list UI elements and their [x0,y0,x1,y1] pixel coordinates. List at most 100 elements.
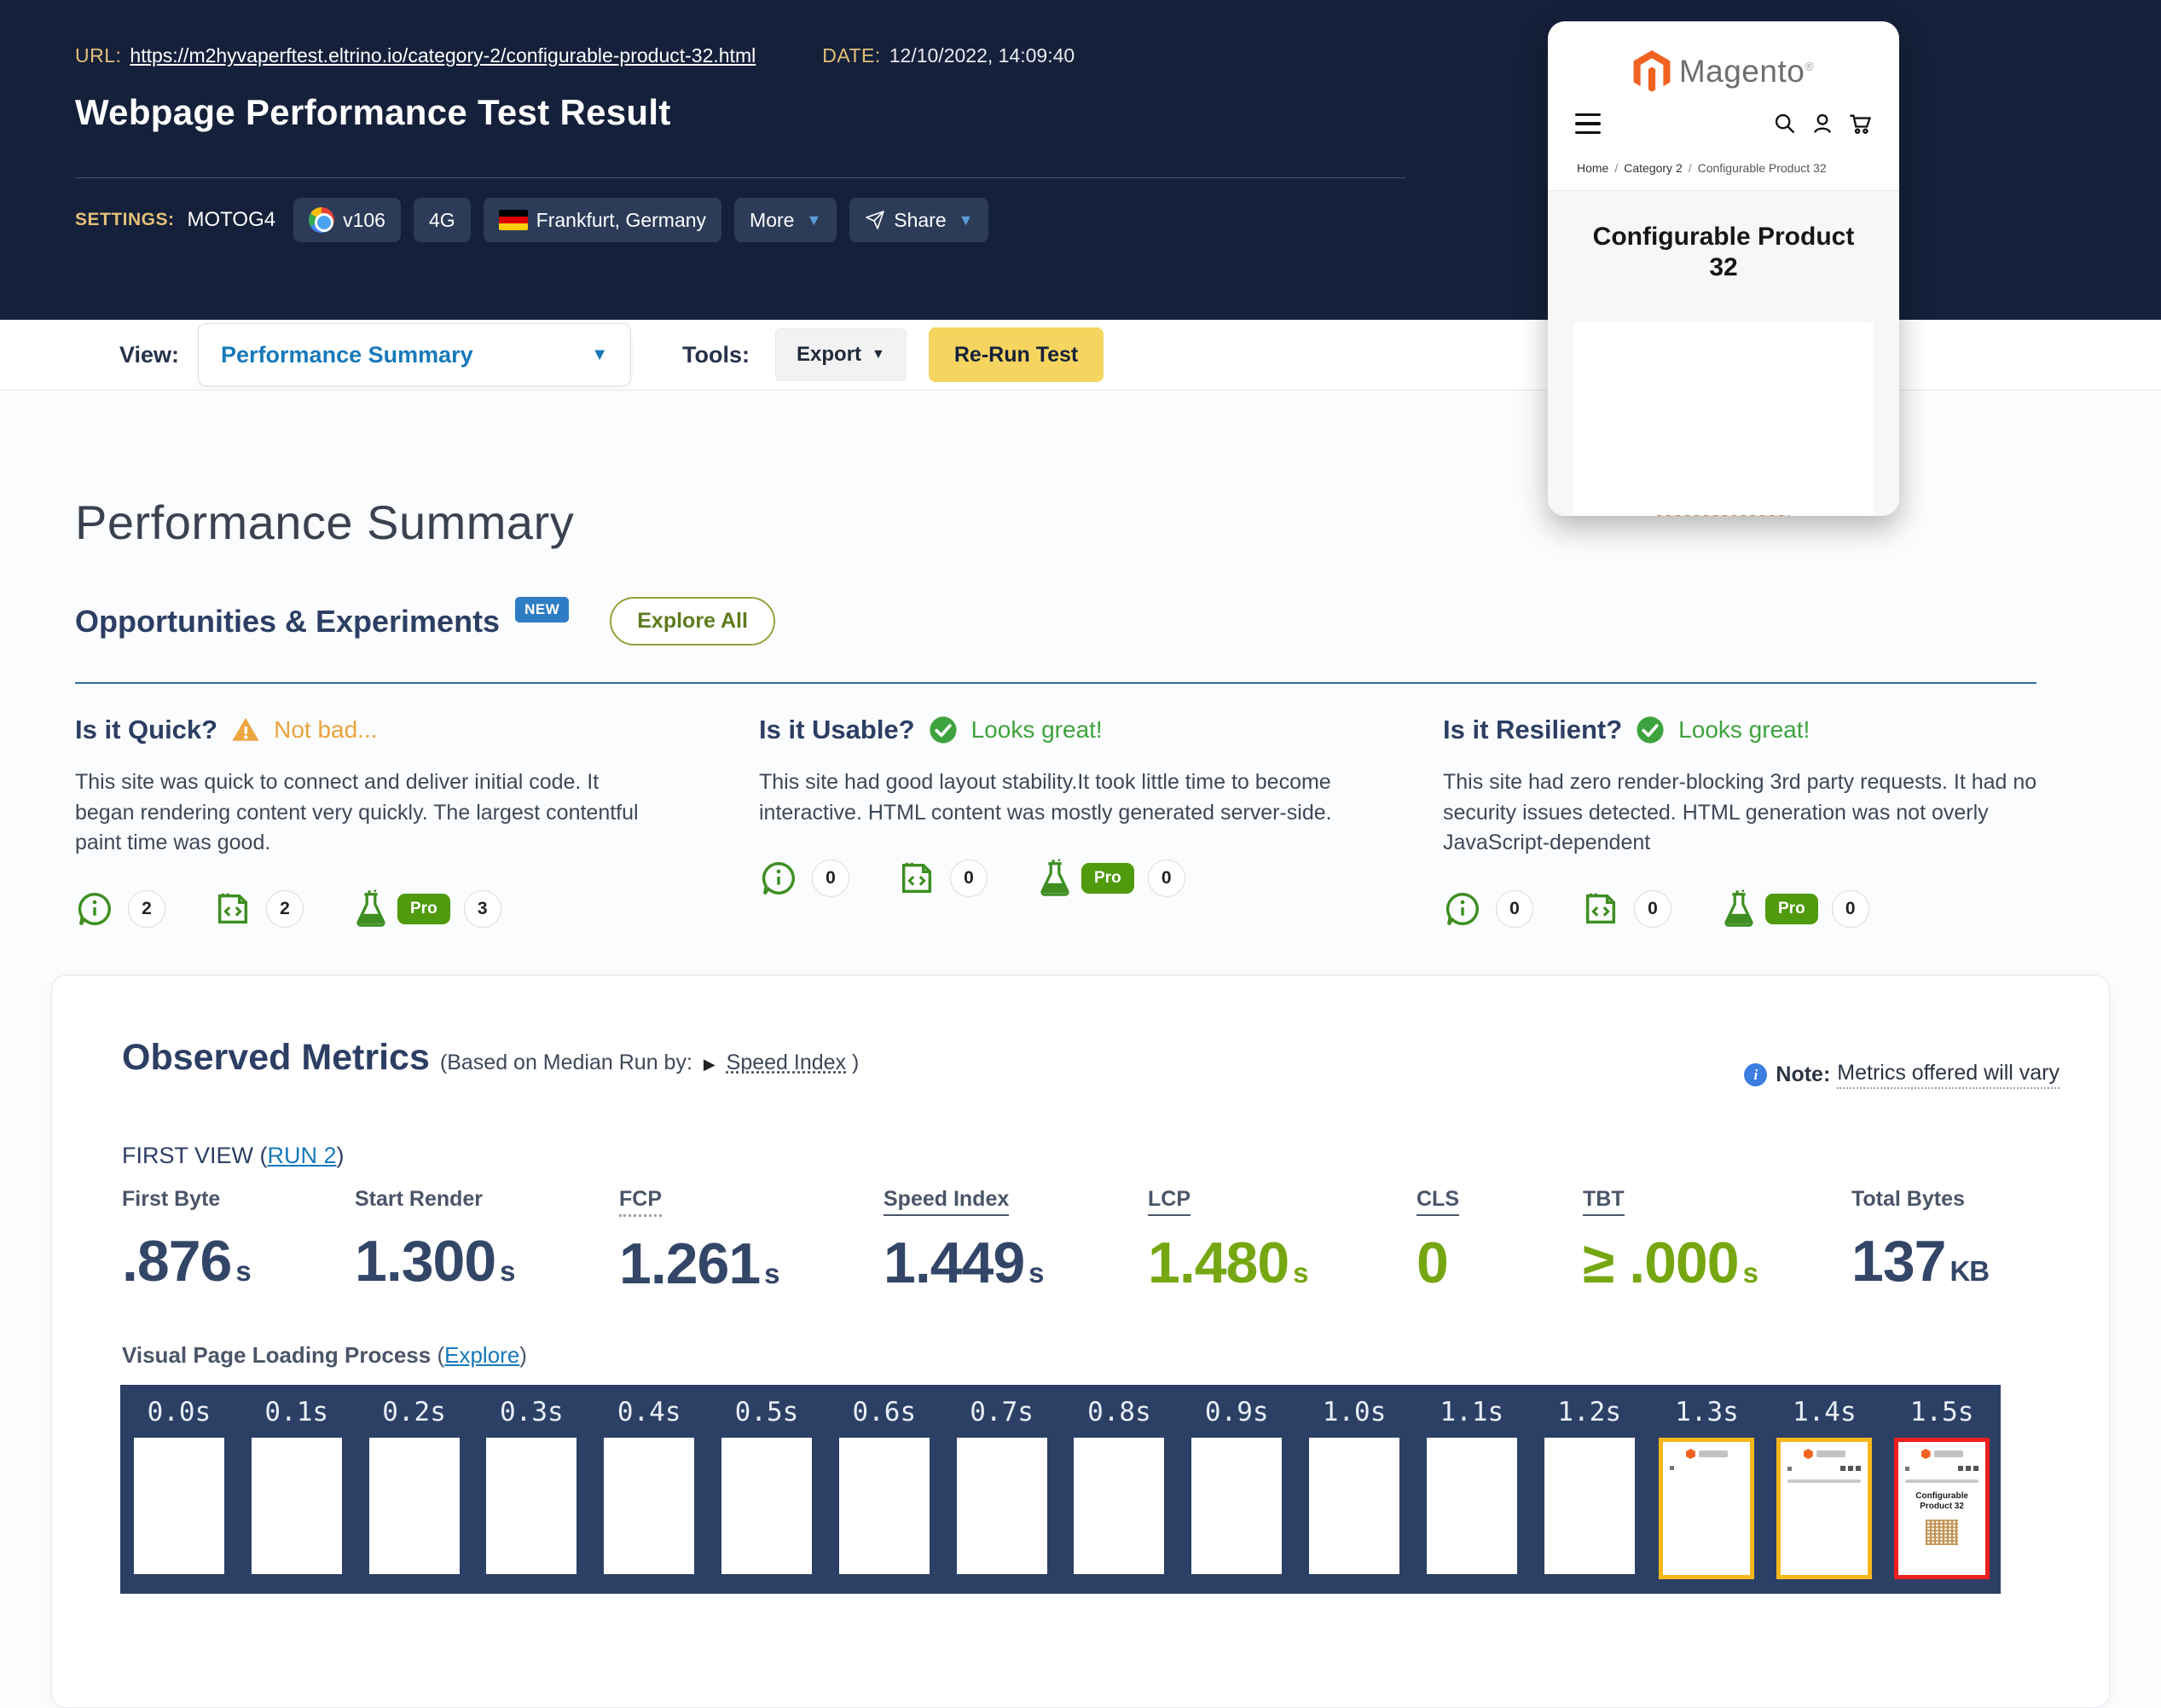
counter-group[interactable]: 2 [75,889,165,929]
share-button-label: Share [894,208,947,231]
metric-label[interactable]: Speed Index [884,1187,1010,1216]
frame-thumbnail[interactable] [1426,1438,1517,1574]
observed-metrics-title: Observed Metrics [122,1037,430,1078]
pro-badge: Pro [1081,863,1134,894]
frame-thumbnail[interactable] [1659,1438,1755,1579]
metric-total-bytes: Total Bytes 137 KB [1851,1187,1990,1297]
counter-group[interactable]: 0 [897,859,988,898]
count-chip: 0 [1147,860,1185,897]
tested-url-link[interactable]: https://m2hyvaperftest.eltrino.io/catego… [130,44,756,67]
metric-value: 1.480 s [1148,1230,1309,1295]
frame-time-label: 0.7s [970,1397,1034,1427]
counter-group[interactable]: 0 [1581,889,1671,929]
account-icon[interactable] [1810,112,1834,136]
frame-time-label: 0.1s [264,1397,329,1427]
date-label: DATE: [822,44,881,67]
filmstrip-cell: 0.6s [826,1397,943,1574]
more-button[interactable]: More ▼ [734,198,837,242]
card-counters: 2 2 Pro 3 [75,889,655,929]
explore-link[interactable]: Explore [444,1342,519,1368]
frame-time-label: 0.4s [617,1397,681,1427]
pro-badge: Pro [397,893,450,924]
frame-time-label: 1.5s [1909,1397,1974,1427]
phone-nav-bar [1575,112,1872,136]
metric-label[interactable]: FCP [619,1187,662,1217]
frame-thumbnail[interactable]: Configurable Product 32 [1894,1438,1990,1579]
opportunity-card: Is it Resilient? Looks great! This site ha… [1443,715,2057,929]
rerun-test-button[interactable]: Re-Run Test [928,327,1104,382]
share-button[interactable]: Share ▼ [849,198,989,242]
search-icon[interactable] [1773,112,1797,136]
tools-label: Tools: [682,341,750,368]
frame-thumbnail[interactable] [368,1438,460,1574]
note-text: Metrics offered will vary [1837,1061,2060,1089]
counter-group[interactable]: Pro 0 [1719,889,1869,929]
metric-label[interactable]: TBT [1583,1187,1625,1216]
connection-type: 4G [428,208,455,231]
counter-group[interactable]: Pro 3 [351,889,501,929]
metric-value: .876 s [122,1229,252,1294]
code-insight-icon [213,889,252,929]
frame-thumbnail[interactable] [956,1438,1047,1574]
frame-thumbnail[interactable] [1776,1438,1873,1579]
play-icon[interactable]: ▶ [704,1056,716,1073]
metric-value: 137 KB [1851,1229,1990,1294]
frame-thumbnail[interactable] [1309,1438,1400,1574]
metrics-note[interactable]: i Note: Metrics offered will vary [1744,1061,2060,1089]
frame-thumbnail[interactable] [1544,1438,1635,1574]
metric-lcp: LCP 1.480 s [1148,1187,1417,1297]
metric-start-render: Start Render 1.300 s [355,1187,619,1297]
frame-thumbnail[interactable] [838,1438,930,1574]
counter-group[interactable]: 2 [213,889,304,929]
filmstrip: 0.0s 0.1s 0.2s 0.3s 0.4s 0.5s 0.6s 0.7s 0.8s 0.9s… [120,1385,2001,1594]
filmstrip-cell: 0.3s [472,1397,590,1574]
card-description: This site had good layout stability.It t… [759,770,1332,825]
observed-metrics-subtitle: (Based on Median Run by: ▶ Speed Index ) [439,1051,860,1074]
magento-logo-icon [1633,50,1671,92]
filmstrip-cell: 1.4s [1765,1397,1883,1579]
settings-label: SETTINGS: [75,210,175,229]
phone-page-body: Configurable Product 32 [1548,191,1899,516]
counter-group[interactable]: 0 [759,859,849,898]
metric-tbt: TBT ≥ .000 s [1583,1187,1851,1297]
counter-group[interactable]: 0 [1443,889,1533,929]
check-circle-icon [929,715,958,744]
observations-icon [75,889,114,929]
breadcrumb-item[interactable]: Category 2 [1624,161,1682,175]
view-select-value: Performance Summary [221,341,473,368]
frame-thumbnail[interactable] [486,1438,577,1574]
chrome-icon [309,207,335,233]
section-divider [75,682,2036,684]
cart-icon[interactable] [1848,112,1872,136]
menu-icon[interactable] [1575,113,1601,135]
frame-thumbnail[interactable] [721,1438,812,1574]
breadcrumb-item[interactable]: Home [1577,161,1608,175]
mini-magento-logo [1663,1449,1750,1459]
frame-thumbnail[interactable] [251,1438,342,1574]
filmstrip-cell: 0.4s [590,1397,708,1574]
germany-flag-icon [498,210,528,230]
frame-thumbnail[interactable] [133,1438,224,1574]
counter-group[interactable]: Pro 0 [1035,859,1185,898]
export-button[interactable]: Export ▼ [775,328,907,381]
metric-label[interactable]: LCP [1148,1187,1191,1216]
opportunity-card: Is it Quick? Not bad... This site was quic… [75,715,655,929]
frame-thumbnail[interactable] [1191,1438,1283,1574]
metrics-row: First Byte .876 s Start Render 1.300 s FCP 1.26… [122,1187,1990,1297]
frame-time-label: 1.3s [1675,1397,1739,1427]
view-select[interactable]: Performance Summary ▼ [198,323,632,386]
metric-speed-index: Speed Index 1.449 s [884,1187,1148,1297]
metric-cls: CLS 0 [1417,1187,1583,1297]
run-2-link[interactable]: RUN 2 [268,1143,337,1168]
explore-all-button[interactable]: Explore All [610,597,775,646]
frame-thumbnail[interactable] [1074,1438,1165,1574]
metric-value: ≥ .000 s [1583,1230,1758,1295]
frame-thumbnail[interactable] [604,1438,695,1574]
card-counters: 0 0 Pro 0 [1443,889,2057,929]
info-icon: i [1744,1063,1768,1086]
metric-label[interactable]: CLS [1417,1187,1459,1216]
opportunities-title: Opportunities & Experiments [75,603,501,639]
product-title: Configurable Product 32 [1592,223,1855,281]
product-image [1657,515,1790,516]
speed-index-link[interactable]: Speed Index [727,1051,846,1074]
